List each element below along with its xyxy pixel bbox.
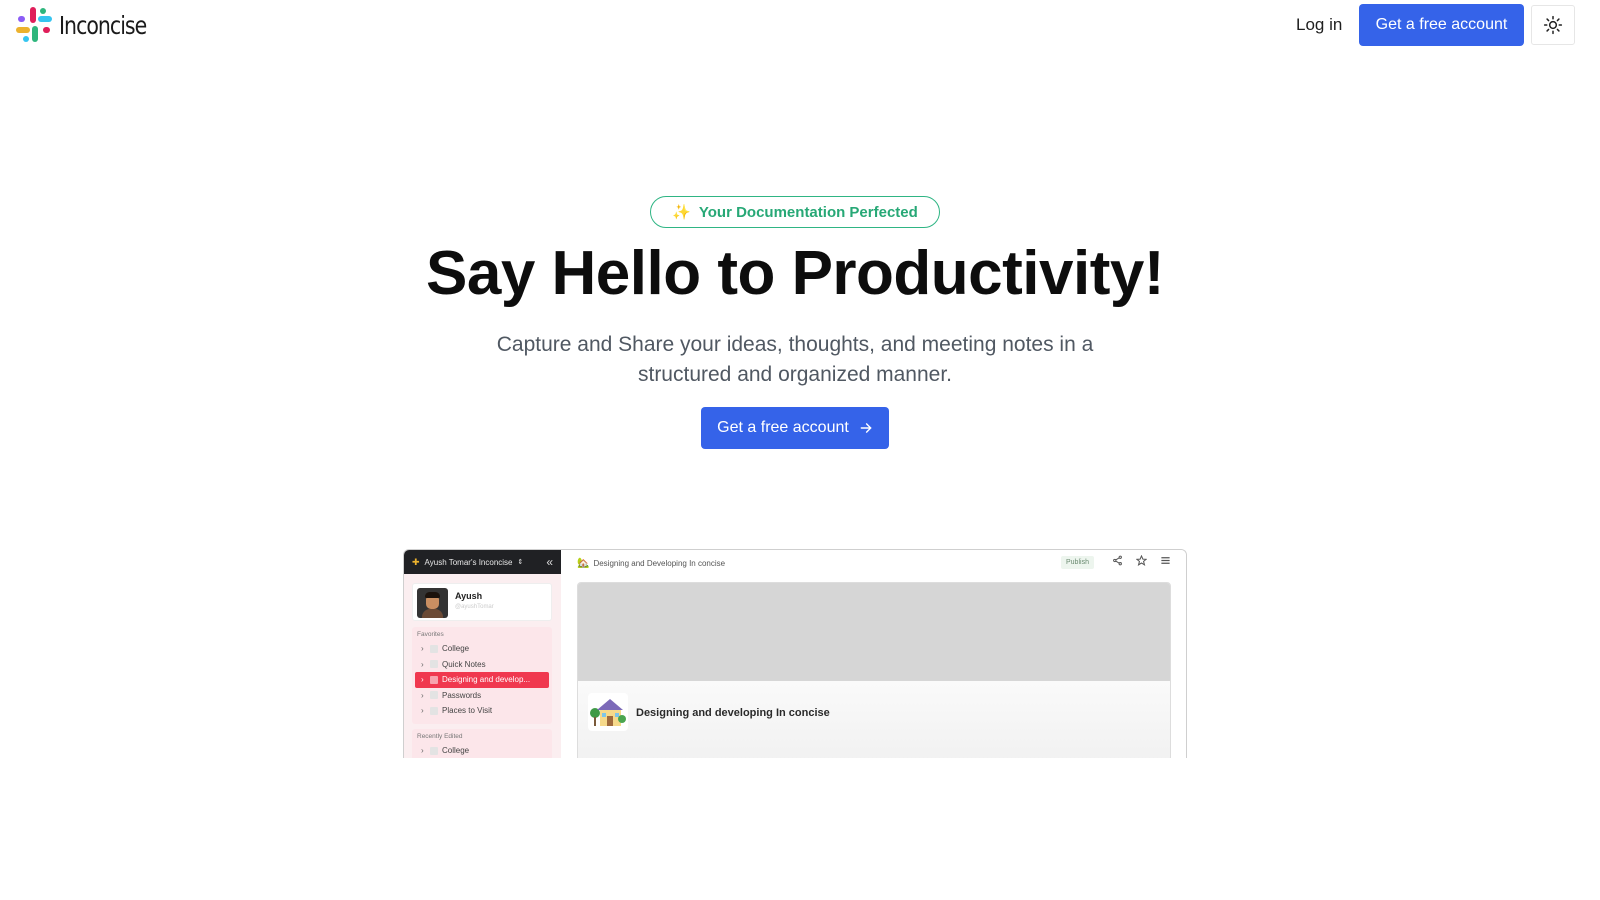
hero-subtitle-line-2: structured and organized manner.: [637, 363, 953, 386]
document-title: Designing and developing In concise: [636, 707, 830, 719]
hero-subtitle: Capture and Share your ideas, thoughts, …: [445, 330, 1145, 390]
preview-user-name: Ayush: [455, 591, 483, 601]
chevron-right-icon: ›: [421, 675, 424, 685]
document-header: Designing and developing In concise: [578, 681, 1170, 758]
sun-icon: [1543, 15, 1563, 35]
login-link[interactable]: Log in: [1296, 15, 1342, 35]
chevron-right-icon: ›: [421, 690, 424, 700]
list-item-label: Quick Notes: [442, 659, 486, 669]
page-icon: [430, 691, 438, 700]
document-cover: [578, 583, 1170, 681]
chevron-right-icon: ›: [421, 659, 424, 669]
list-item: › Places to Visit: [415, 703, 549, 719]
brand-name: Inconcise: [59, 10, 147, 40]
list-item: › Passwords: [415, 688, 549, 704]
list-item: › College: [415, 641, 549, 657]
breadcrumb-label: Designing and Developing In concise: [593, 558, 726, 568]
hero-get-free-account-button[interactable]: Get a free account: [701, 407, 889, 449]
brand-logo-link[interactable]: Inconcise: [16, 7, 165, 43]
sparkles-icon: ✨: [672, 204, 691, 221]
page-icon: [430, 746, 438, 755]
house-icon: [588, 693, 628, 731]
chevron-right-icon: ›: [421, 644, 424, 654]
list-item: › Quick Notes: [415, 657, 549, 673]
app-preview-screenshot: ✚ Ayush Tomar's Inconcise ⇕ « Ayush @ayu…: [403, 549, 1187, 758]
list-item-label: Designing and develop...: [442, 675, 531, 685]
star-icon: [1135, 554, 1148, 569]
page-icon: [430, 675, 438, 684]
collapse-sidebar-icon: «: [546, 555, 553, 569]
hero-cta-label: Get a free account: [717, 419, 849, 436]
list-item-label: Passwords: [442, 690, 482, 700]
chevron-updown-icon: ⇕: [517, 559, 524, 566]
hero-title: Say Hello to Productivity!: [425, 239, 1165, 308]
preview-sidebar: ✚ Ayush Tomar's Inconcise ⇕ « Ayush @ayu…: [404, 550, 561, 758]
list-item: › College: [415, 743, 549, 758]
page-icon: [430, 660, 438, 669]
preview-document-card: Designing and developing In concise: [577, 582, 1171, 758]
page-icon: [430, 644, 438, 653]
recently-edited-label: Recently Edited: [417, 733, 463, 740]
list-item-label: College: [442, 644, 470, 654]
preview-publish-button: Publish: [1061, 556, 1094, 569]
workspace-name: Ayush Tomar's Inconcise: [424, 557, 513, 567]
chevron-right-icon: ›: [421, 746, 424, 756]
workspace-logo-icon: ✚: [412, 556, 420, 567]
preview-recent-group: Recently Edited › College: [412, 729, 552, 758]
theme-toggle-button[interactable]: [1531, 5, 1575, 45]
preview-user-card: Ayush @ayushTomar: [412, 583, 552, 621]
preview-user-handle: @ayushTomar: [455, 604, 494, 610]
list-item-active: › Designing and develop...: [415, 672, 549, 688]
tagline-badge: ✨ Your Documentation Perfected: [650, 196, 940, 228]
menu-icon: [1160, 555, 1171, 569]
house-icon: 🏡: [577, 557, 590, 569]
favorites-label: Favorites: [417, 631, 444, 638]
header-get-free-account-button[interactable]: Get a free account: [1359, 4, 1524, 46]
tagline-badge-text: Your Documentation Perfected: [698, 203, 918, 221]
hero-subtitle-line-1: Capture and Share your ideas, thoughts, …: [496, 333, 1094, 356]
inconcise-logo-icon: [16, 7, 52, 43]
share-icon: [1112, 555, 1123, 569]
preview-document-area: 🏡 Designing and Developing In concise Pu…: [561, 550, 1186, 758]
avatar: [417, 588, 448, 618]
list-item-label: College: [442, 746, 470, 756]
chevron-right-icon: ›: [421, 706, 424, 716]
list-item-label: Places to Visit: [442, 706, 493, 716]
page-icon: [430, 706, 438, 715]
preview-workspace-header: ✚ Ayush Tomar's Inconcise ⇕ «: [404, 550, 561, 574]
arrow-right-icon: [860, 423, 872, 433]
top-navbar: Inconcise Log in Get a free account: [0, 0, 1600, 52]
preview-favorites-group: Favorites › College › Quick Notes › Desi…: [412, 627, 552, 724]
